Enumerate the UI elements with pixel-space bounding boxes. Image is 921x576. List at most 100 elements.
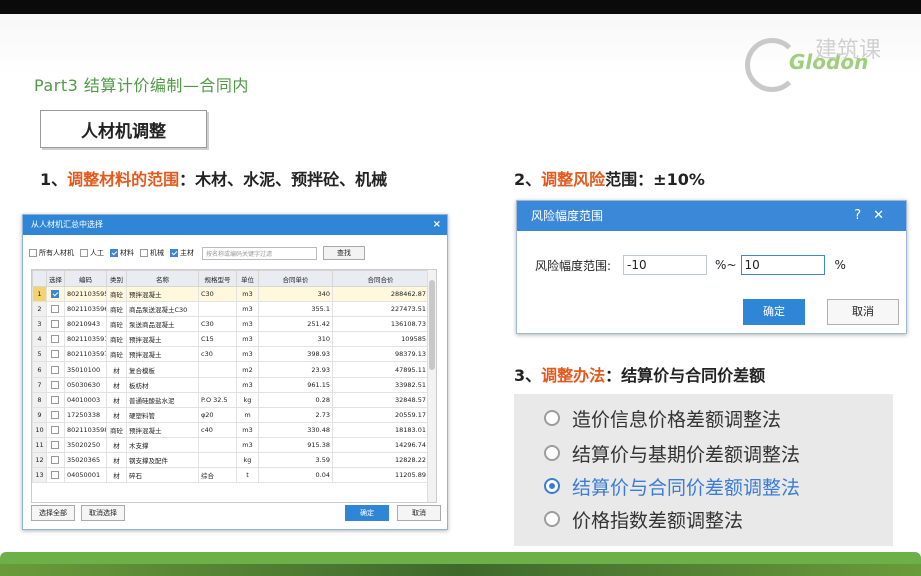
table-scrollbar[interactable] bbox=[427, 270, 436, 502]
search-input[interactable]: 按名称或编码关键字过滤 bbox=[202, 246, 317, 260]
checkbox-icon[interactable] bbox=[50, 380, 59, 389]
risk-min-input[interactable]: -10 bbox=[623, 255, 708, 275]
cell-price: 0.04 bbox=[258, 467, 333, 484]
select-all-button[interactable]: 选择全部 bbox=[31, 505, 75, 521]
table-row[interactable]: 4 8021103591 商砼 预拌混凝土 C15 m3 310 109585 bbox=[32, 331, 429, 348]
cell-price: 3.59 bbox=[258, 452, 333, 469]
help-icon[interactable]: ? bbox=[854, 208, 873, 223]
radio-icon[interactable] bbox=[544, 445, 560, 461]
cell-spec: c40 bbox=[198, 421, 237, 438]
row-checkbox[interactable] bbox=[46, 301, 65, 318]
row-checkbox[interactable] bbox=[46, 316, 65, 333]
checkbox-icon[interactable] bbox=[50, 320, 59, 329]
method-option-2[interactable]: 结算价与基期价差额调整法 bbox=[544, 439, 800, 467]
table-row[interactable]: 8 04010003 材普通硅酸盐水泥 P.O 32.5 kg 0.28 32848.57 bbox=[32, 391, 429, 408]
checkbox-icon[interactable] bbox=[50, 365, 59, 374]
table-header: 选择 编码 类别 名称 规格型号 单位 合同单价 合同合价 bbox=[32, 270, 429, 287]
find-button[interactable]: 查找 bbox=[323, 246, 365, 260]
cell-name: 碎石 bbox=[126, 467, 199, 484]
ok-button[interactable]: 确定 bbox=[743, 299, 805, 325]
header-category: 类别 bbox=[106, 270, 127, 287]
table-row[interactable]: 12 35020365 材钢支撑及配件 kg 3.59 12828.22 bbox=[32, 452, 429, 469]
method-option-4[interactable]: 价格指数差额调整法 bbox=[544, 505, 743, 533]
checkbox-checked-icon[interactable] bbox=[110, 249, 118, 257]
row-checkbox[interactable] bbox=[46, 452, 65, 469]
filter-main-material[interactable]: 主材 bbox=[170, 248, 194, 258]
row-checkbox[interactable] bbox=[46, 346, 65, 363]
method-label: 价格指数差额调整法 bbox=[572, 509, 744, 532]
row-checkbox[interactable] bbox=[46, 361, 65, 378]
checkbox-icon[interactable] bbox=[50, 305, 59, 314]
cell-unit: m3 bbox=[236, 376, 259, 393]
checkbox-icon[interactable] bbox=[29, 249, 37, 257]
checkbox-icon[interactable] bbox=[80, 249, 88, 257]
table-row[interactable]: 3 80210943 商砼 泵送商品混凝土 C30 m3 251.42 136108.73 bbox=[32, 316, 429, 333]
cell-unit: kg bbox=[236, 452, 259, 469]
row-checkbox[interactable] bbox=[46, 406, 65, 423]
cell-spec bbox=[198, 436, 237, 454]
cancel-button[interactable]: 取消 bbox=[827, 299, 899, 325]
header-price: 合同单价 bbox=[258, 270, 333, 287]
table-row[interactable]: 13 04050001 材碎石 综合 t 0.04 11205.89 bbox=[32, 467, 429, 484]
cell-unit: m2 bbox=[236, 361, 259, 378]
row-checkbox[interactable] bbox=[46, 376, 65, 393]
close-icon[interactable]: × bbox=[433, 215, 441, 235]
cell-price: 398.93 bbox=[258, 346, 333, 363]
table-row[interactable]: 9 17250338 材硬塑料管 φ20 m 2.73 20559.17 bbox=[32, 406, 429, 423]
row-checkbox[interactable] bbox=[46, 331, 65, 348]
table-row[interactable]: 5 8021103597 商砼 预拌混凝土 c30 m3 398.93 98379.13 bbox=[32, 346, 429, 363]
radio-icon[interactable] bbox=[544, 410, 560, 426]
cell-price: 915.38 bbox=[258, 436, 333, 454]
checkbox-checked-icon[interactable] bbox=[50, 290, 59, 299]
cancel-selection-button[interactable]: 取消选择 bbox=[81, 505, 125, 521]
row-checkbox[interactable] bbox=[46, 467, 65, 484]
checkbox-icon[interactable] bbox=[50, 456, 59, 465]
table-row[interactable]: 6 35010100 材复合模板 m2 23.93 47895.11 bbox=[32, 361, 429, 378]
point-2-number: 2、 bbox=[514, 170, 542, 189]
cancel-button[interactable]: 取消 bbox=[397, 505, 441, 521]
cell-category: 材 bbox=[106, 406, 127, 423]
radio-icon[interactable] bbox=[544, 511, 560, 527]
ok-button[interactable]: 确定 bbox=[345, 505, 389, 521]
table-row[interactable]: 1 8021103595 商砼 预拌混凝土 C30 m3 340 288462.87 bbox=[32, 285, 429, 303]
row-checkbox[interactable] bbox=[46, 421, 65, 438]
cell-category: 商砼 bbox=[106, 316, 127, 333]
risk-range-label: 风险幅度范围: bbox=[535, 258, 612, 273]
table-row[interactable]: 7 05030630 材板枋材 m3 961.15 33982.51 bbox=[32, 376, 429, 393]
filter-label: 人工 bbox=[90, 249, 104, 257]
row-number: 12 bbox=[32, 452, 47, 469]
header-unit: 单位 bbox=[236, 270, 259, 287]
checkbox-checked-icon[interactable] bbox=[170, 249, 178, 257]
cell-spec: C15 bbox=[198, 331, 237, 348]
filter-material[interactable]: 材料 bbox=[110, 248, 134, 258]
radio-selected-icon[interactable] bbox=[544, 478, 560, 494]
cell-category: 商砼 bbox=[106, 331, 127, 348]
checkbox-icon[interactable] bbox=[50, 335, 59, 344]
table-row[interactable]: 2 8021103596 商砼 商品泵送混凝土C30 m3 355.1 227473.51 bbox=[32, 301, 429, 318]
cell-code: 35020250 bbox=[64, 436, 107, 454]
checkbox-icon[interactable] bbox=[50, 425, 59, 434]
row-checkbox[interactable] bbox=[46, 391, 65, 408]
row-checkbox[interactable] bbox=[46, 285, 65, 303]
filter-all[interactable]: 所有人材机 bbox=[29, 248, 74, 258]
row-checkbox[interactable] bbox=[46, 436, 65, 454]
filter-labor[interactable]: 人工 bbox=[80, 248, 104, 258]
dialog-titlebar: 从人材机汇总中选择 × bbox=[23, 215, 447, 235]
table-row[interactable]: 10 8021103598 商砼 预拌混凝土 c40 m3 330.48 18183.01 bbox=[32, 421, 429, 438]
scrollbar-thumb[interactable] bbox=[429, 280, 435, 370]
method-option-1[interactable]: 造价信息价格差额调整法 bbox=[544, 404, 781, 432]
checkbox-icon[interactable] bbox=[50, 440, 59, 449]
method-option-3[interactable]: 结算价与合同价差额调整法 bbox=[544, 472, 800, 500]
filter-machine[interactable]: 机械 bbox=[140, 248, 164, 258]
checkbox-icon[interactable] bbox=[140, 249, 148, 257]
close-icon[interactable]: ✕ bbox=[873, 208, 896, 223]
cell-category: 材 bbox=[106, 391, 127, 408]
cell-name: 预拌混凝土 bbox=[126, 331, 199, 348]
checkbox-icon[interactable] bbox=[50, 350, 59, 359]
checkbox-icon[interactable] bbox=[50, 395, 59, 404]
checkbox-icon[interactable] bbox=[50, 410, 59, 419]
checkbox-icon[interactable] bbox=[50, 471, 59, 480]
risk-max-input[interactable]: 10 bbox=[740, 255, 825, 275]
cell-total: 33982.51 bbox=[332, 376, 429, 393]
table-row[interactable]: 11 35020250 材木支撑 m3 915.38 14296.74 bbox=[32, 436, 429, 454]
